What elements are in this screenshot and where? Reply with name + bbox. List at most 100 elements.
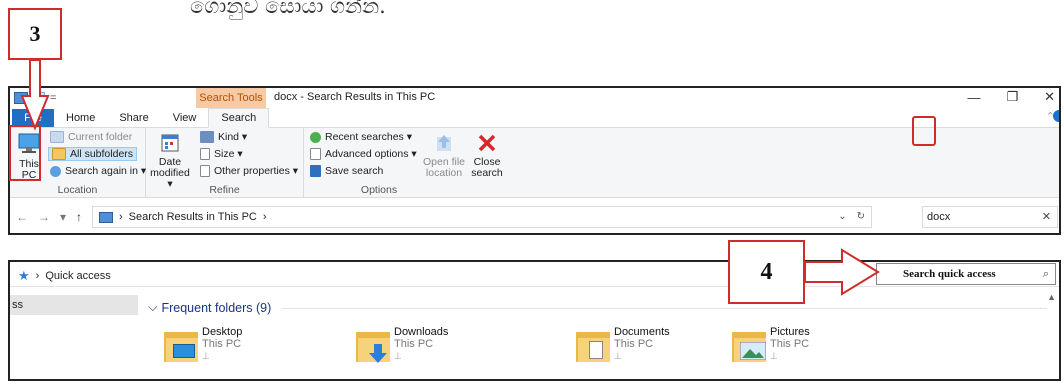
close-search-label-2: search [471,167,503,179]
kind-label: Kind ▾ [218,131,248,143]
pin-icon[interactable]: ⊥ [202,350,242,362]
ribbon-group-options: Recent searches ▾ Advanced options ▾ Sav… [304,128,514,198]
kind-button[interactable]: Kind ▾ [200,131,247,143]
address-path[interactable]: › Search Results in This PC › ⌄ ↻ [92,206,872,228]
breadcrumb-quick-access[interactable]: Quick access [45,270,110,282]
advanced-options-label: Advanced options ▾ [325,148,417,160]
folder-location: This PC [202,338,242,350]
address-dropdown-icon[interactable]: ⌄ [838,211,846,222]
search-tools-context-tab: Search Tools [196,88,266,108]
size-button[interactable]: Size ▾ [200,148,243,160]
maximize-button[interactable]: ❐ [1006,89,1018,105]
folder-item-pictures[interactable]: Pictures This PC ⊥ [732,326,810,364]
other-properties-icon [200,165,210,177]
folder-location: This PC [770,338,810,350]
all-subfolders-button[interactable]: All subfolders [48,147,138,161]
folder-name: Desktop [202,326,243,338]
open-location-icon [437,135,451,151]
all-subfolders-label: All subfolders [70,148,134,160]
folder-name: Pictures [770,326,810,338]
address-bar: ← → ▾ ↑ › Search Results in This PC › ⌄ … [10,200,1059,233]
explorer-window-quick-access: ★ › Quick access Search quick access ⌕ s… [8,260,1061,381]
open-file-location-button[interactable]: Open file location [422,132,466,179]
folder-location: This PC [614,338,654,350]
current-folder-icon [50,131,64,143]
back-button[interactable]: ← [16,210,28,224]
breadcrumb-separator: › [35,270,40,282]
tab-home[interactable]: Home [54,109,107,127]
this-pc-button[interactable]: This PC [12,132,46,181]
recent-searches-button[interactable]: Recent searches ▾ [310,131,412,143]
up-button[interactable]: ↑ [76,210,82,224]
downloads-folder-icon [356,328,390,364]
advanced-options-icon [310,148,321,160]
refresh-icon[interactable]: ↻ [857,211,865,222]
divider [10,286,1059,287]
advanced-options-button[interactable]: Advanced options ▾ [310,148,417,160]
documents-folder-icon [576,328,610,364]
pin-icon[interactable]: ⊥ [394,350,448,362]
callout-step-3: 3 [8,8,62,60]
section-divider [282,308,1047,309]
close-button[interactable]: ✕ [1044,89,1055,105]
other-properties-button[interactable]: Other properties ▾ [200,165,298,177]
tab-search[interactable]: Search [208,108,270,128]
customize-toolbar-icon[interactable]: = [50,92,56,104]
search-results-icon [99,211,113,223]
search-quick-access-placeholder: Search quick access [903,268,996,280]
quick-access-toolbar: = [14,92,56,104]
folder-item-downloads[interactable]: Downloads This PC ⊥ [356,326,448,364]
search-again-icon [50,165,61,177]
group-label-refine: Refine [209,184,240,196]
explorer-window-search: = Search Tools docx - Search Results in … [8,86,1061,235]
nav-item-selected[interactable]: ss [10,295,138,315]
pictures-folder-icon [732,328,766,364]
search-again-button[interactable]: Search again in ▾ [50,165,146,177]
current-folder-button[interactable]: Current folder [50,131,132,143]
folder-name: Documents [614,326,670,338]
tab-view[interactable]: View [161,109,209,127]
kind-icon [200,131,214,143]
desktop-folder-icon [164,328,198,364]
close-search-icon [478,134,496,152]
folder-item-documents[interactable]: Documents This PC ⊥ [576,326,670,364]
folder-item-desktop[interactable]: Desktop This PC ⊥ [164,326,242,364]
title-bar: = Search Tools docx - Search Results in … [10,88,1059,108]
scroll-up-button[interactable]: ▲ [1047,292,1056,302]
tab-file[interactable]: File [12,109,54,127]
subfolders-icon [52,148,66,160]
properties-icon[interactable] [31,92,45,104]
ribbon-tabs: File Home Share View Search [10,108,1059,128]
pin-icon[interactable]: ⊥ [614,350,670,362]
callout-step-4: 4 [728,240,805,304]
frequent-folders-title: Frequent folders (9) [161,300,272,315]
recent-searches-icon [310,131,321,143]
address-path-quick-access[interactable]: ★ › Quick access [18,268,111,284]
save-search-button[interactable]: Save search [310,165,383,177]
recent-locations-button[interactable]: ▾ [60,210,66,224]
group-label-options: Options [360,184,398,196]
pin-icon[interactable]: ⊥ [770,350,810,362]
date-modified-button[interactable]: Date modified ▾ [150,132,190,190]
chevron-down-icon: ⌵ [148,300,158,314]
search-again-label: Search again in ▾ [65,165,147,177]
recent-searches-label: Recent searches ▾ [325,131,412,143]
window-title: docx - Search Results in This PC [274,91,436,103]
search-icon[interactable]: ⌕ [1043,267,1049,281]
folder-name: Downloads [394,326,449,338]
navigation-pane: ss [10,295,138,379]
search-input-value: docx [927,211,951,223]
search-quick-access-input[interactable]: Search quick access ⌕ [876,263,1056,285]
clear-search-icon[interactable]: ✕ [1042,210,1051,223]
search-input[interactable]: docx ✕ [922,206,1058,228]
folder-icon[interactable] [14,92,28,104]
breadcrumb-search-results[interactable]: Search Results in This PC [129,211,257,223]
minimize-button[interactable]: — [967,90,980,105]
close-search-button[interactable]: Close search [470,132,504,179]
save-search-label: Save search [325,165,384,177]
breadcrumb-separator: › [119,211,123,223]
frequent-folders-header[interactable]: ⌵ Frequent folders (9) [148,300,271,315]
help-icon[interactable] [1053,110,1059,122]
tab-share[interactable]: Share [107,109,160,127]
forward-button[interactable]: → [38,210,50,224]
